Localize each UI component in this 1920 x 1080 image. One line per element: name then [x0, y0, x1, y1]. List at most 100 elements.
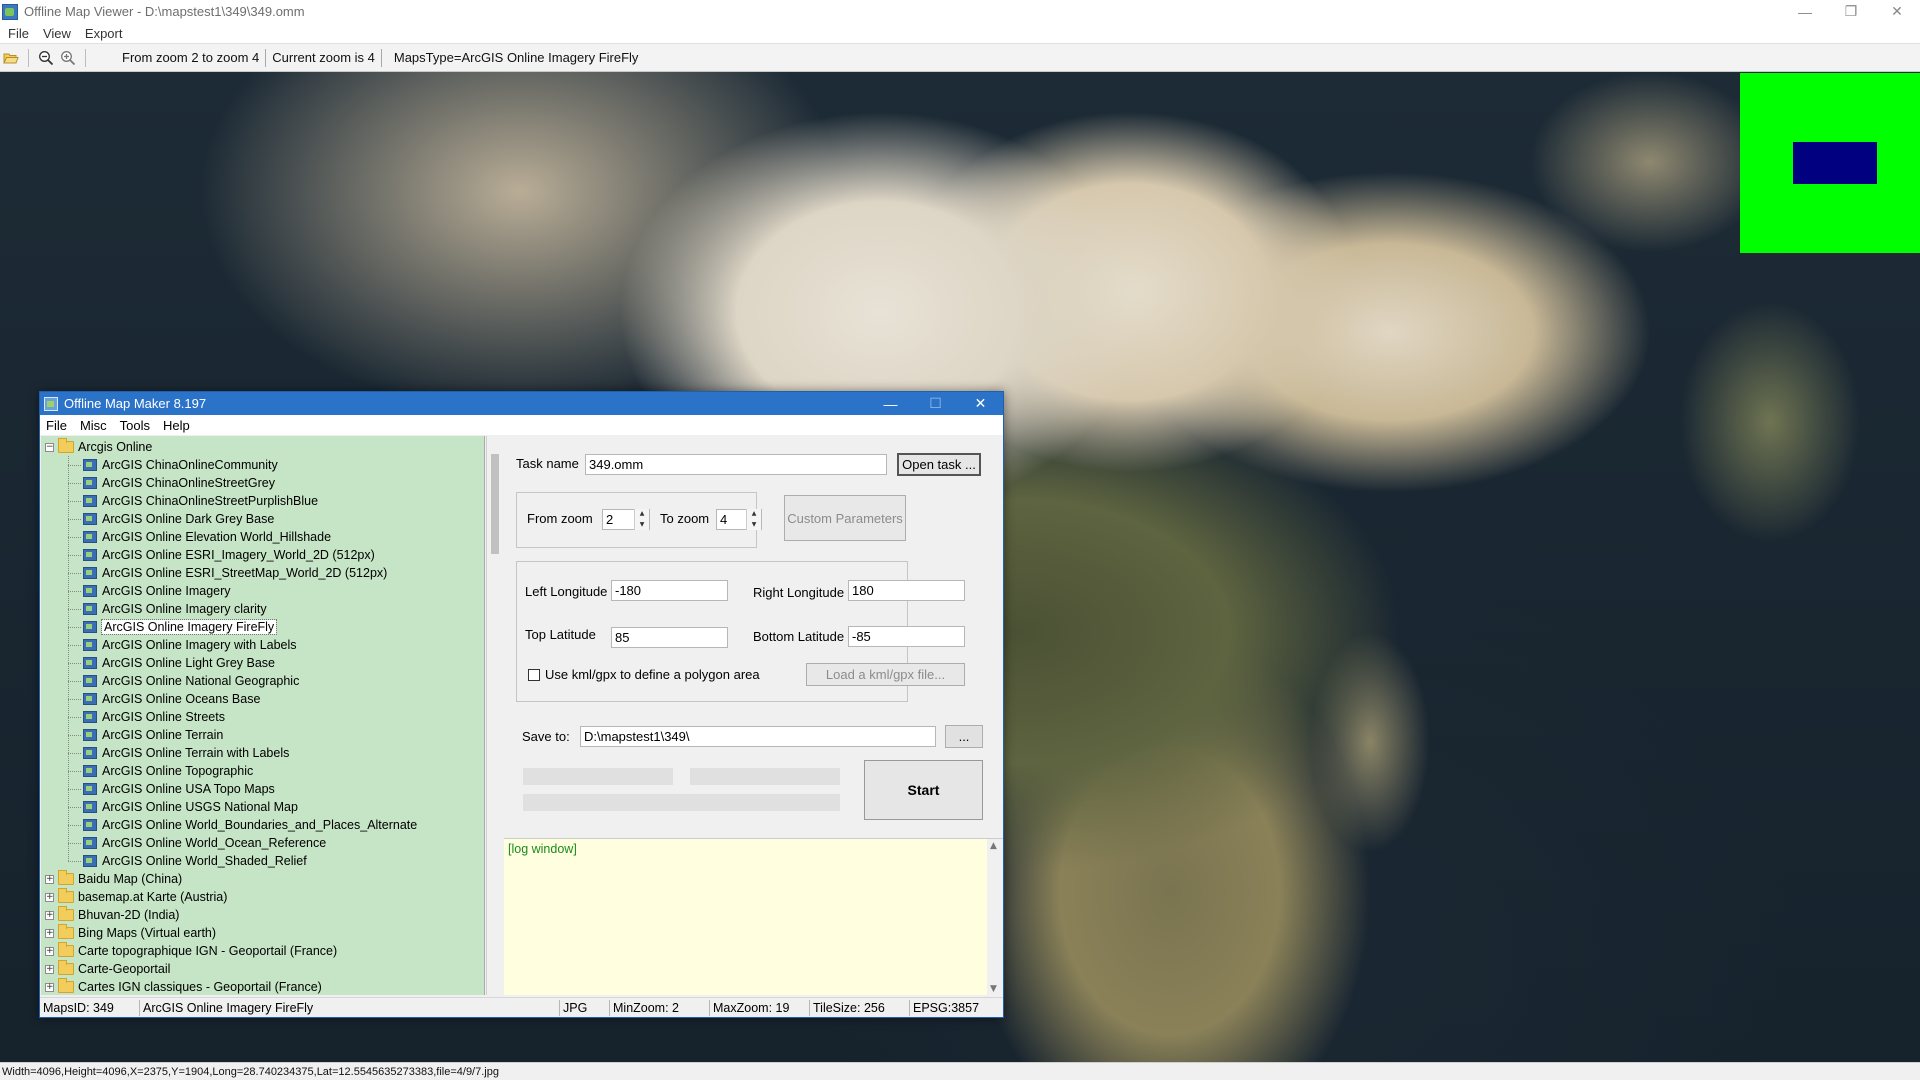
tree-item[interactable]: ArcGIS Online ESRI_Imagery_World_2D (512… [83, 546, 375, 564]
tree-item[interactable]: ArcGIS Online ESRI_StreetMap_World_2D (5… [83, 564, 387, 582]
tree-group-node[interactable]: + Carte topographique IGN - Geoportail (F… [45, 942, 337, 960]
tree-item[interactable]: ArcGIS Online World_Ocean_Reference [83, 834, 326, 852]
tree-item[interactable]: ArcGIS Online Imagery [83, 582, 231, 600]
spin-up-icon[interactable]: ▲ [635, 509, 649, 520]
zoom-in-icon[interactable] [57, 47, 79, 69]
tree-item[interactable]: ArcGIS Online Imagery with Labels [83, 636, 297, 654]
menu-file[interactable]: File [8, 26, 29, 41]
tree-item-label: ArcGIS Online Imagery FireFly [100, 619, 278, 635]
task-name-input[interactable]: 349.omm [585, 454, 887, 475]
map-source-tree[interactable]: − Arcgis Online ArcGIS ChinaOnlineCommunit… [41, 436, 485, 995]
expand-icon[interactable]: + [45, 982, 54, 992]
tree-item[interactable]: ArcGIS Online Dark Grey Base [83, 510, 274, 528]
dialog-menu-help[interactable]: Help [163, 418, 190, 433]
tree-item-label: ArcGIS ChinaOnlineStreetPurplishBlue [102, 494, 319, 508]
tree-item[interactable]: ArcGIS Online World_Boundaries_and_Place… [83, 816, 417, 834]
dialog-menu-file[interactable]: File [46, 418, 67, 433]
menu-view[interactable]: View [43, 26, 71, 41]
tree-node-label: Carte topographique IGN - Geoportail (Fr… [78, 944, 338, 958]
collapse-icon[interactable]: − [45, 442, 54, 452]
spin-up-icon[interactable]: ▲ [747, 509, 761, 520]
scroll-up-icon[interactable]: ▲ [990, 841, 997, 851]
tree-node-label: Carte-Geoportail [78, 962, 171, 976]
tree-item[interactable]: ArcGIS Online Imagery FireFly [83, 618, 278, 636]
expand-icon[interactable]: + [45, 892, 54, 902]
expand-icon[interactable]: + [45, 910, 54, 920]
expand-icon[interactable]: + [45, 928, 54, 938]
menu-export[interactable]: Export [85, 26, 123, 41]
right-longitude-input[interactable]: 180 [848, 580, 965, 601]
start-button[interactable]: Start [864, 760, 983, 820]
tree-item[interactable]: ArcGIS Online Terrain with Labels [83, 744, 289, 762]
dialog-menu-misc[interactable]: Misc [80, 418, 107, 433]
dialog-minimize-button[interactable]: — [868, 392, 913, 415]
tree-item[interactable]: ArcGIS Online Topographic [83, 762, 253, 780]
save-to-input[interactable]: D:\mapstest1\349\ [580, 726, 936, 747]
tree-item[interactable]: ArcGIS ChinaOnlineCommunity [83, 456, 278, 474]
title-bar: Offline Map Viewer - D:\mapstest1\349\34… [0, 0, 1920, 23]
restore-button[interactable]: ❐ [1828, 0, 1874, 23]
dialog-close-button[interactable]: ✕ [958, 392, 1003, 415]
tree-item-label: ArcGIS ChinaOnlineStreetGrey [102, 476, 275, 490]
load-kml-button[interactable]: Load a kml/gpx file... [806, 663, 965, 686]
open-task-button[interactable]: Open task ... [897, 453, 981, 476]
zoom-out-icon[interactable] [35, 47, 57, 69]
tree-scrollbar[interactable] [486, 436, 503, 995]
log-window[interactable]: [log window] ▲ ▼ [504, 838, 1003, 996]
dialog-title-bar: Offline Map Maker 8.197 — ☐ ✕ [40, 392, 1003, 415]
minimize-button[interactable]: — [1782, 0, 1828, 23]
tree-item-label: ArcGIS Online ESRI_StreetMap_World_2D (5… [102, 566, 388, 580]
expand-icon[interactable]: + [45, 946, 54, 956]
to-zoom-value: 4 [720, 512, 728, 527]
bottom-latitude-input[interactable]: -85 [848, 626, 965, 647]
tree-item[interactable]: ArcGIS ChinaOnlineStreetGrey [83, 474, 275, 492]
spin-down-icon[interactable]: ▼ [635, 520, 649, 531]
tree-item[interactable]: ArcGIS Online World_Shaded_Relief [83, 852, 307, 870]
tree-item[interactable]: ArcGIS Online Oceans Base [83, 690, 260, 708]
tree-group-node[interactable]: + Bhuvan-2D (India) [45, 906, 179, 924]
dialog-app-icon [44, 396, 58, 411]
tree-root-node[interactable]: − Arcgis Online [45, 438, 152, 456]
tree-group-node[interactable]: + Bing Maps (Virtual earth) [45, 924, 216, 942]
spin-down-icon[interactable]: ▼ [747, 520, 761, 531]
left-longitude-input[interactable]: -180 [611, 580, 728, 601]
open-folder-icon[interactable] [0, 47, 22, 69]
tree-item[interactable]: ArcGIS ChinaOnlineStreetPurplishBlue [83, 492, 318, 510]
status-tile-size: TileSize: 256 [810, 999, 910, 1016]
tree-item[interactable]: ArcGIS Online Imagery clarity [83, 600, 267, 618]
tree-item[interactable]: ArcGIS Online National Geographic [83, 672, 299, 690]
kml-checkbox[interactable] [528, 669, 540, 681]
tree-item[interactable]: ArcGIS Online USA Topo Maps [83, 780, 275, 798]
tree-scrollbar-thumb[interactable] [491, 454, 499, 554]
dialog-menu-tools[interactable]: Tools [120, 418, 150, 433]
scroll-down-icon[interactable]: ▼ [990, 984, 997, 994]
expand-icon[interactable]: + [45, 874, 54, 884]
close-button[interactable]: ✕ [1874, 0, 1920, 23]
tree-connector [68, 735, 81, 736]
to-zoom-spinner[interactable]: ▲ ▼ [746, 509, 761, 530]
dialog-maximize-button[interactable]: ☐ [913, 392, 958, 415]
from-zoom-spinner[interactable]: ▲ ▼ [634, 509, 649, 530]
tree-item[interactable]: ArcGIS Online Streets [83, 708, 225, 726]
top-latitude-input[interactable]: 85 [611, 627, 728, 648]
overview-viewport[interactable] [1793, 142, 1877, 184]
kml-checkbox-label: Use kml/gpx to define a polygon area [545, 667, 760, 682]
dialog-title: Offline Map Maker 8.197 [64, 396, 207, 411]
tree-connector [68, 555, 81, 556]
tree-group-node[interactable]: + Carte-Geoportail [45, 960, 170, 978]
log-scrollbar[interactable]: ▲ ▼ [987, 839, 1003, 996]
tree-group-node[interactable]: + Cartes IGN classiques - Geoportail (Fra… [45, 978, 322, 995]
tree-item-label: ArcGIS ChinaOnlineCommunity [102, 458, 278, 472]
tree-item[interactable]: ArcGIS Online Terrain [83, 726, 223, 744]
tree-item[interactable]: ArcGIS Online USGS National Map [83, 798, 298, 816]
tree-group-node[interactable]: + Baidu Map (China) [45, 870, 182, 888]
browse-button[interactable]: ... [945, 725, 983, 748]
tree-item[interactable]: ArcGIS Online Light Grey Base [83, 654, 275, 672]
right-longitude-label: Right Longitude [753, 585, 845, 600]
tree-connector [68, 789, 81, 790]
custom-parameters-button[interactable]: Custom Parameters [784, 495, 906, 541]
tree-group-node[interactable]: + basemap.at Karte (Austria) [45, 888, 227, 906]
tree-item[interactable]: ArcGIS Online Elevation World_Hillshade [83, 528, 331, 546]
progress-bar-total [523, 794, 840, 811]
expand-icon[interactable]: + [45, 964, 54, 974]
